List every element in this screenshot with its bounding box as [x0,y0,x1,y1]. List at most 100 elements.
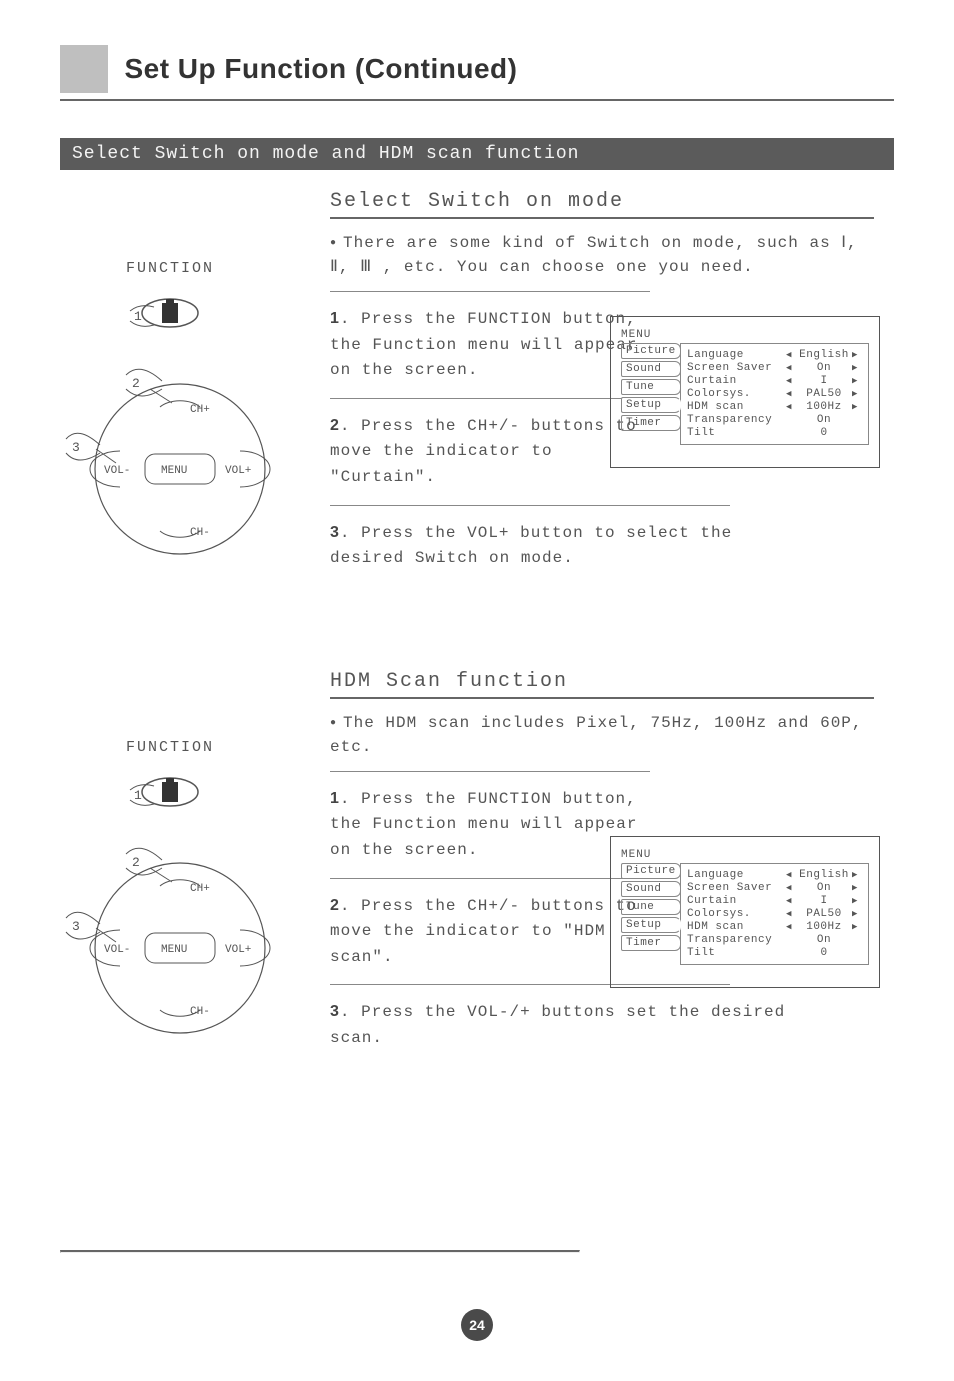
triangle-left-icon: ◀ [786,402,796,412]
osd-item-label: Language [687,349,786,361]
osd-item: Language◀English▶ [687,349,862,361]
osd-item: Colorsys.◀PAL50▶ [687,908,862,920]
osd-item: HDM scan◀100Hz▶ [687,401,862,413]
osd-item: Screen Saver◀On▶ [687,362,862,374]
osd-panel: Language◀English▶Screen Saver◀On▶Curtain… [680,343,869,445]
step-number: 2 [330,897,340,914]
triangle-left-icon: ◀ [786,389,796,399]
osd-item-value: On [796,882,852,894]
osd-item-label: Screen Saver [687,882,786,894]
callout-3-label: 3 [72,440,80,455]
divider [330,878,650,879]
svg-text:VOL+: VOL+ [225,944,251,956]
step-text: . Press the VOL+ button to select the de… [330,524,732,568]
osd-item: HDM scan◀100Hz▶ [687,921,862,933]
chplus-label: CH+ [190,404,210,416]
function-button-diagram: 1 [110,283,230,339]
osd-item: Curtain◀I▶ [687,375,862,387]
section2-step2: 2. Press the CH+/- buttons to move the i… [330,885,640,979]
bottom-rule [60,1250,580,1253]
section2-title: HDM Scan function [330,670,874,699]
divider [330,771,650,772]
callout-1-label: 1 [134,309,142,324]
osd-tab-picture: Picture [621,343,681,359]
osd-item-label: Language [687,869,786,881]
osd-item-value: 0 [796,947,852,959]
step-text: . Press the FUNCTION button, the Functio… [330,790,637,859]
osd-tab-setup: Setup [621,397,681,413]
osd-panel: Language◀English▶Screen Saver◀On▶Curtain… [680,863,869,965]
chminus-label: CH- [190,527,210,539]
triangle-right-icon: ▶ [852,883,862,893]
triangle-right-icon: ▶ [852,363,862,373]
osd-item-label: Colorsys. [687,908,786,920]
page-title: Set Up Function (Continued) [124,53,517,85]
osd-item-value: 100Hz [796,921,852,933]
triangle-right-icon: ▶ [852,350,862,360]
triangle-left-icon: ◀ [786,909,796,919]
osd-header: MENU [621,329,869,341]
header-rule [60,99,894,101]
divider [330,398,650,399]
callout-2-label: 2 [132,376,140,391]
svg-text:CH-: CH- [190,1006,210,1018]
osd-item-label: HDM scan [687,401,786,413]
triangle-right-icon: ▶ [852,896,862,906]
osd-tab-timer: Timer [621,415,681,431]
left-illustrations: FUNCTION 1 MENU VOL- VOL+ CH+ CH- [60,260,280,1048]
osd-tab-sound: Sound [621,881,681,897]
section2-step1: 1. Press the FUNCTION button, the Functi… [330,778,640,872]
osd-item: Tilt0 [687,427,862,439]
remote-illustration-1: FUNCTION 1 MENU VOL- VOL+ CH+ CH- [60,260,280,569]
step-number: 1 [330,310,340,327]
page-number-badge: 24 [461,1309,493,1341]
osd-item-value: PAL50 [796,388,852,400]
triangle-right-icon: ▶ [852,389,862,399]
svg-text:VOL-: VOL- [104,944,130,956]
step-number: 3 [330,1003,340,1020]
triangle-left-icon: ◀ [786,363,796,373]
osd-item: Screen Saver◀On▶ [687,882,862,894]
section1-step1: 1. Press the FUNCTION button, the Functi… [330,298,640,392]
step-text: . Press the CH+/- buttons to move the in… [330,897,637,966]
osd-header: MENU [621,849,869,861]
osd-item-label: Tilt [687,947,786,959]
function-label-2: FUNCTION [60,739,280,756]
osd-item-value: On [796,934,852,946]
osd-item-label: Screen Saver [687,362,786,374]
step-text: . Press the VOL-/+ buttons set the desir… [330,1003,785,1047]
step-number: 3 [330,524,340,541]
header-decor-block [60,45,108,93]
triangle-left-icon: ◀ [786,883,796,893]
function-button-diagram-2: 1 [110,762,230,818]
osd-item-value: 100Hz [796,401,852,413]
page-number: 24 [469,1317,485,1333]
osd-item-value: 0 [796,427,852,439]
osd-item-value: PAL50 [796,908,852,920]
osd-item-label: Transparency [687,934,786,946]
osd-item-value: On [796,362,852,374]
osd-item-value: On [796,414,852,426]
triangle-right-icon: ▶ [852,922,862,932]
osd-item: Curtain◀I▶ [687,895,862,907]
osd-item: Transparency On [687,934,862,946]
osd-item-label: HDM scan [687,921,786,933]
section1-step2: 2. Press the CH+/- buttons to move the i… [330,405,640,499]
osd-item: Language◀English▶ [687,869,862,881]
section1-step3: 3. Press the VOL+ button to select the d… [330,512,750,580]
osd-menu-1: MENU Picture Sound Tune Setup Timer Lang… [610,316,880,468]
menu-label: MENU [161,465,187,477]
section1-title: Select Switch on mode [330,190,874,219]
osd-tab-sound: Sound [621,361,681,377]
osd-item-value: I [796,375,852,387]
function-label: FUNCTION [60,260,280,277]
triangle-right-icon: ▶ [852,870,862,880]
section2-step3: 3. Press the VOL-/+ buttons set the desi… [330,991,830,1059]
triangle-left-icon: ◀ [786,350,796,360]
osd-item-value: I [796,895,852,907]
osd-tab-setup: Setup [621,917,681,933]
triangle-right-icon: ▶ [852,402,862,412]
triangle-left-icon: ◀ [786,870,796,880]
step-text: . Press the CH+/- buttons to move the in… [330,417,637,486]
osd-tabs: Picture Sound Tune Setup Timer [621,863,681,965]
